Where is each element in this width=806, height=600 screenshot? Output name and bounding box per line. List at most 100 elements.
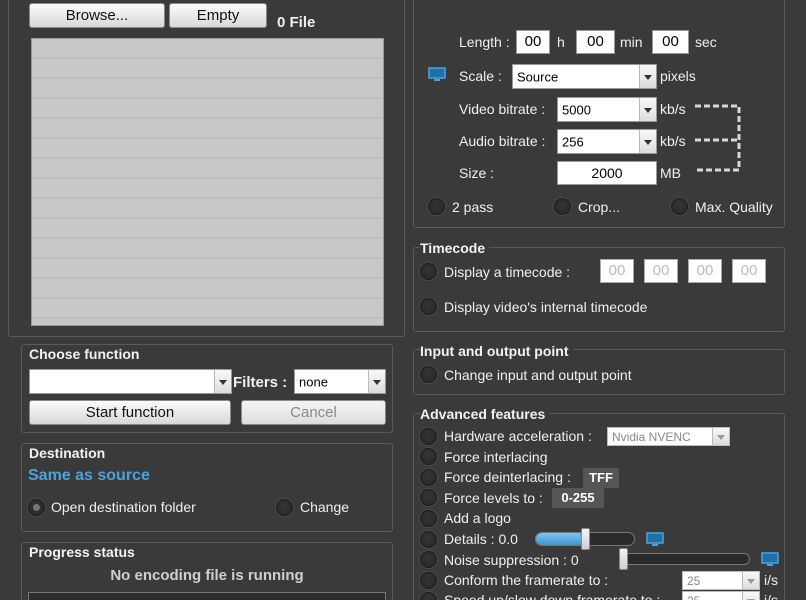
timecode-field[interactable]: 00 — [732, 259, 766, 283]
size-unit: MB — [660, 165, 681, 181]
chevron-down-icon — [742, 572, 759, 589]
monitor-icon[interactable] — [428, 67, 446, 81]
change-destination-radio[interactable] — [276, 499, 293, 516]
length-hours-input[interactable]: 00 — [516, 30, 550, 54]
max-quality-label: Max. Quality — [695, 199, 773, 215]
scale-label: Scale : — [459, 68, 502, 84]
chevron-down-icon — [639, 98, 656, 121]
video-bitrate-value: 5000 — [562, 102, 591, 117]
bitrate-link-bracket — [695, 104, 741, 172]
progress-bar — [28, 592, 386, 600]
chevron-down-icon — [639, 130, 656, 153]
timecode-panel — [413, 247, 785, 332]
conform-framerate-unit: i/s — [764, 572, 778, 588]
hw-accel-radio[interactable] — [420, 428, 437, 445]
details-slider-fill — [536, 533, 585, 545]
advanced-title: Advanced features — [420, 406, 550, 422]
max-quality-radio[interactable] — [671, 198, 688, 215]
force-levels-label: Force levels to : — [444, 490, 543, 506]
length-minutes-input[interactable]: 00 — [576, 30, 615, 54]
audio-bitrate-unit: kb/s — [660, 133, 686, 149]
two-pass-label: 2 pass — [452, 199, 494, 215]
io-point-radio[interactable] — [420, 366, 437, 383]
two-pass-radio[interactable] — [428, 198, 445, 215]
audio-bitrate-select[interactable]: 256 — [557, 129, 657, 154]
scale-select-value: Source — [517, 69, 559, 84]
browse-button[interactable]: Browse... — [29, 3, 165, 28]
audio-bitrate-value: 256 — [562, 134, 584, 149]
hours-unit: h — [557, 34, 565, 50]
hw-accel-value: Nvidia NVENC — [612, 429, 691, 444]
cancel-button[interactable]: Cancel — [241, 400, 386, 425]
speed-framerate-label: Speed up/slow down framerate to : — [444, 592, 661, 600]
file-list[interactable] — [31, 38, 384, 326]
hw-accel-select[interactable]: Nvidia NVENC — [607, 427, 730, 446]
force-levels-radio[interactable] — [420, 489, 437, 506]
conform-framerate-radio[interactable] — [420, 572, 437, 589]
display-timecode-radio[interactable] — [420, 263, 437, 280]
speed-framerate-unit: i/s — [764, 592, 778, 600]
progress-message: No encoding file is running — [110, 567, 304, 584]
io-point-label: Change input and output point — [444, 367, 632, 383]
scale-select[interactable]: Source — [512, 64, 657, 89]
progress-title: Progress status — [29, 544, 135, 560]
details-slider-thumb[interactable] — [581, 528, 590, 550]
noise-slider-thumb[interactable] — [619, 548, 628, 570]
internal-timecode-radio[interactable] — [420, 298, 437, 315]
force-interlacing-radio[interactable] — [420, 448, 437, 465]
crop-radio[interactable] — [554, 198, 571, 215]
add-logo-label: Add a logo — [444, 510, 511, 526]
monitor-icon[interactable] — [761, 552, 779, 566]
deinterlacing-badge[interactable]: TFF — [583, 468, 619, 488]
details-radio[interactable] — [420, 531, 437, 548]
details-label: Details : 0.0 — [444, 531, 518, 547]
noise-slider[interactable] — [619, 548, 750, 570]
scale-unit: pixels — [660, 68, 696, 84]
conform-framerate-select[interactable]: 25 — [682, 571, 760, 590]
destination-value: Same as source — [28, 467, 150, 484]
change-destination-label: Change — [300, 499, 350, 515]
file-count: 0 File — [277, 14, 316, 31]
levels-badge[interactable]: 0-255 — [552, 488, 604, 508]
length-label: Length : — [459, 34, 510, 50]
function-select[interactable] — [29, 369, 232, 394]
noise-radio[interactable] — [420, 551, 437, 568]
open-destination-label: Open destination folder — [51, 499, 196, 515]
force-interlacing-label: Force interlacing — [444, 449, 548, 465]
filters-label: Filters : — [233, 374, 288, 391]
start-function-button[interactable]: Start function — [29, 400, 231, 425]
length-seconds-input[interactable]: 00 — [652, 30, 689, 54]
timecode-field[interactable]: 00 — [600, 259, 634, 283]
io-point-title: Input and output point — [420, 343, 573, 359]
audio-bitrate-label: Audio bitrate : — [459, 133, 546, 149]
details-slider[interactable] — [535, 528, 635, 550]
size-input[interactable]: 2000 — [557, 161, 657, 185]
add-logo-radio[interactable] — [420, 510, 437, 527]
video-bitrate-label: Video bitrate : — [459, 101, 546, 117]
destination-title: Destination — [29, 445, 106, 461]
conform-framerate-label: Conform the framerate to : — [444, 572, 609, 588]
empty-button[interactable]: Empty — [169, 3, 267, 28]
filters-select-value: none — [299, 374, 328, 389]
crop-label: Crop... — [578, 199, 621, 215]
hw-accel-label: Hardware acceleration : — [444, 428, 592, 444]
monitor-icon[interactable] — [646, 532, 664, 546]
internal-timecode-label: Display video's internal timecode — [444, 299, 648, 315]
filters-select[interactable]: none — [294, 369, 386, 394]
size-label: Size : — [459, 165, 495, 181]
force-deinterlacing-radio[interactable] — [420, 469, 437, 486]
chevron-down-icon — [742, 592, 759, 600]
open-destination-radio[interactable] — [28, 499, 45, 516]
timecode-field[interactable]: 00 — [644, 259, 678, 283]
conform-framerate-value: 25 — [687, 573, 701, 588]
video-bitrate-select[interactable]: 5000 — [557, 97, 657, 122]
minutes-unit: min — [620, 34, 643, 50]
display-timecode-label: Display a timecode : — [444, 264, 571, 280]
seconds-unit: sec — [695, 34, 717, 50]
chevron-down-icon — [712, 428, 729, 445]
speed-framerate-value: 25 — [687, 594, 700, 600]
timecode-field[interactable]: 00 — [688, 259, 722, 283]
speed-framerate-select[interactable]: 25 — [682, 591, 760, 600]
video-bitrate-unit: kb/s — [660, 101, 686, 117]
chevron-down-icon — [214, 370, 231, 393]
